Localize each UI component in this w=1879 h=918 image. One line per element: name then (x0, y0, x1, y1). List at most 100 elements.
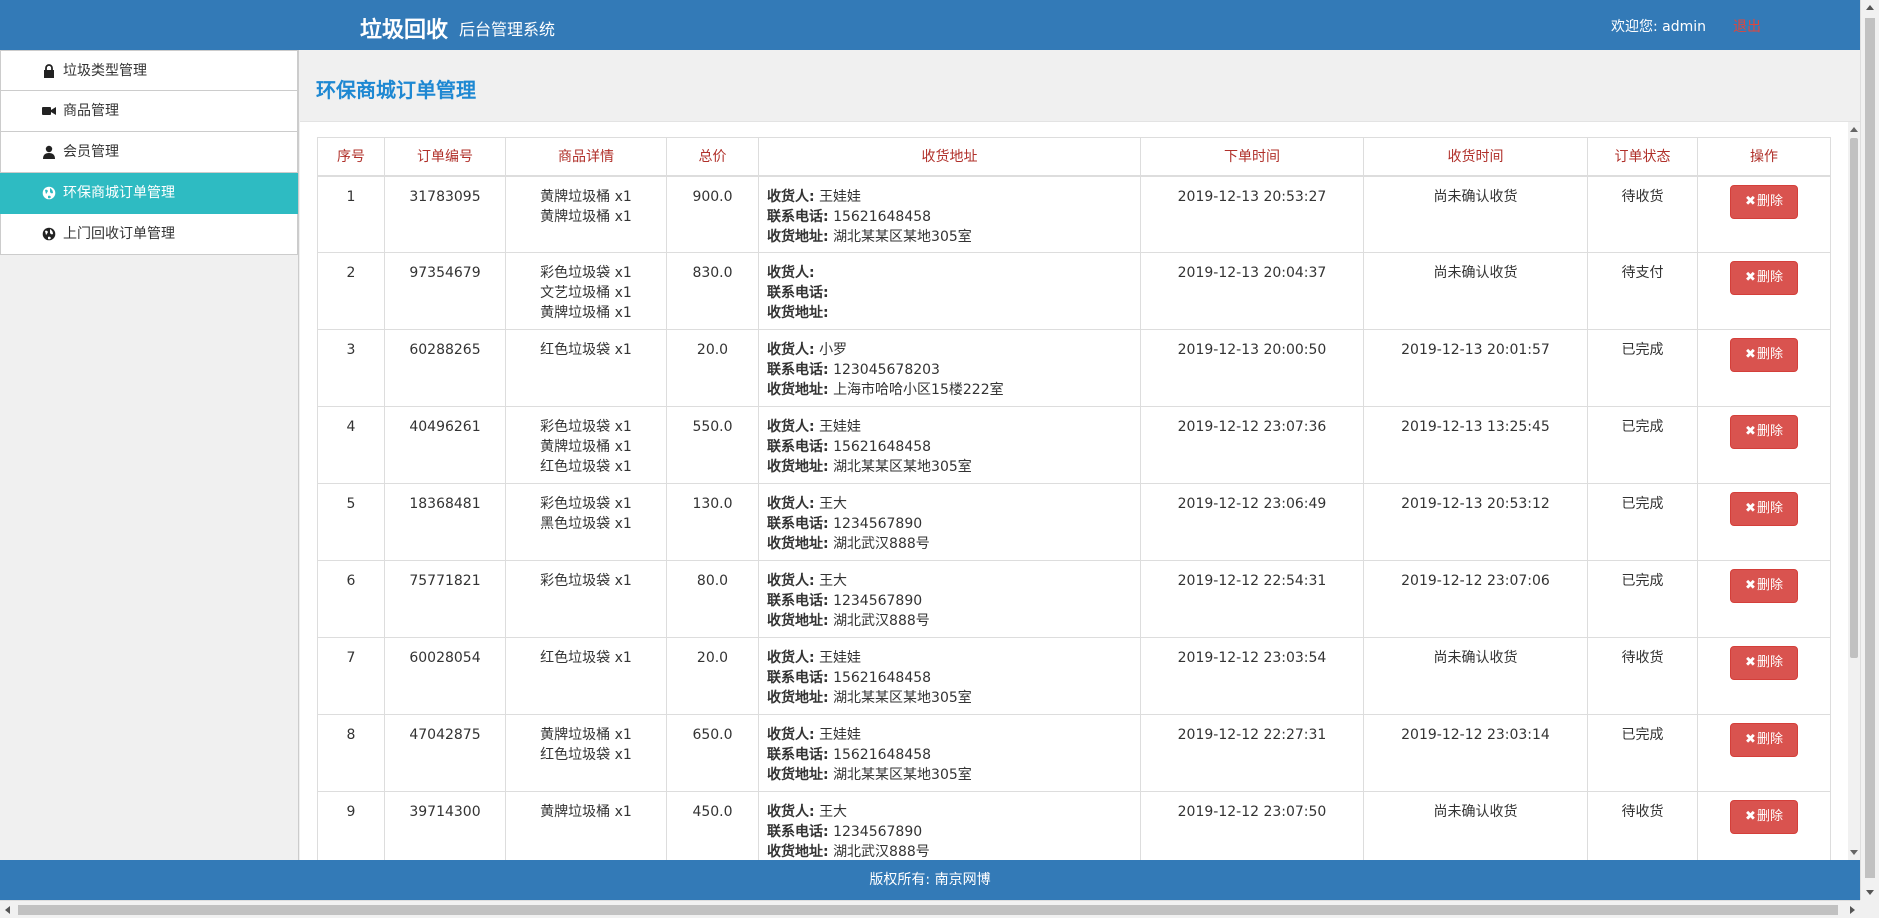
order-status: 已完成 (1587, 406, 1698, 484)
column-header: 序号 (317, 137, 385, 177)
address-line: 收货地址: 上海市哈哈小区15楼222室 (767, 380, 1140, 400)
phone-line: 联系电话: 1234567890 (767, 591, 1140, 611)
receiver-value: 王娃娃 (819, 650, 862, 666)
address-label: 收货地址: (767, 228, 829, 245)
orders-table: 序号 订单编号 商品详情 总价 收货地址 下单时间 收货时间 订单状态 操作 1… (317, 137, 1831, 860)
scroll-up-arrow-icon[interactable] (1866, 5, 1874, 10)
delete-button[interactable]: ✖删除 (1730, 492, 1798, 526)
page-title-bar: 环保商城订单管理 (300, 50, 1860, 122)
order-time: 2019-12-13 20:53:27 (1140, 175, 1364, 253)
phone-line: 联系电话: 1234567890 (767, 822, 1140, 842)
address-value: 湖北武汉888号 (833, 844, 930, 860)
receive-time: 2019-12-12 23:07:06 (1363, 560, 1588, 638)
order-index: 5 (317, 483, 385, 561)
phone-line: 联系电话: 15621648458 (767, 668, 1140, 688)
video-camera-icon (41, 103, 57, 119)
globe-icon (41, 226, 57, 242)
order-actions: ✖删除 (1697, 637, 1831, 715)
scrollbar-thumb[interactable] (18, 905, 1838, 915)
sidebar-item-members[interactable]: 会员管理 (0, 132, 298, 173)
table-row: 7 60028054 红色垃圾袋 x1 20.0 收货人: 王娃娃 联系电话: 15621… (317, 637, 1831, 715)
order-item: 红色垃圾袋 x1 (540, 747, 632, 763)
order-number: 40496261 (384, 406, 506, 484)
address-value: 湖北某某区某地305室 (833, 228, 972, 245)
close-icon: ✖ (1745, 193, 1756, 209)
order-time: 2019-12-12 23:06:49 (1140, 483, 1364, 561)
delete-button[interactable]: ✖删除 (1730, 184, 1798, 219)
scrollbar-thumb[interactable] (1865, 18, 1875, 878)
order-item: 黄牌垃圾桶 x1 (540, 305, 632, 321)
receiver-label: 收货人: (767, 342, 815, 358)
delete-button[interactable]: ✖删除 (1730, 723, 1798, 757)
close-icon: ✖ (1745, 732, 1756, 747)
sidebar-item-mall-orders[interactable]: 环保商城订单管理 (0, 173, 298, 214)
scroll-down-arrow-icon[interactable] (1850, 850, 1858, 855)
order-status: 已完成 (1587, 483, 1698, 561)
page-vertical-scrollbar[interactable] (1860, 0, 1879, 900)
order-number: 47042875 (384, 714, 506, 792)
phone-line: 联系电话: 15621648458 (767, 745, 1140, 765)
close-icon: ✖ (1745, 501, 1756, 516)
order-items: 彩色垃圾袋 x1 (505, 560, 667, 638)
receiver-value: 王大 (819, 496, 848, 512)
sidebar-item-products[interactable]: 商品管理 (0, 91, 298, 132)
column-header: 订单编号 (384, 137, 506, 177)
close-icon: ✖ (1745, 424, 1756, 439)
table-row: 4 40496261 彩色垃圾袋 x1 黄牌垃圾桶 x1 红色垃圾袋 x1 550.0 收货… (317, 406, 1831, 484)
address-label: 收货地址: (767, 613, 829, 629)
sidebar-item-garbage-types[interactable]: 垃圾类型管理 (0, 50, 298, 91)
order-item: 黄牌垃圾桶 x1 (540, 727, 632, 743)
order-status: 已完成 (1587, 329, 1698, 407)
order-item: 黄牌垃圾桶 x1 (540, 439, 632, 455)
delete-button[interactable]: ✖删除 (1730, 338, 1798, 372)
scroll-down-arrow-icon[interactable] (1866, 890, 1874, 895)
order-item: 黄牌垃圾桶 x1 (540, 804, 632, 820)
close-icon: ✖ (1745, 809, 1756, 824)
order-address: 收货人: 王娃娃 联系电话: 15621648458 收货地址: 湖北某某区某地30… (758, 175, 1141, 253)
order-address: 收货人: 联系电话: 收货地址: (758, 252, 1141, 330)
receiver-line: 收货人: (767, 263, 1140, 283)
address-label: 收货地址: (767, 305, 829, 321)
delete-label: 删除 (1756, 578, 1783, 593)
column-header: 商品详情 (505, 137, 667, 177)
sidebar-item-pickup-orders[interactable]: 上门回收订单管理 (0, 214, 298, 255)
order-items: 红色垃圾袋 x1 (505, 637, 667, 715)
phone-value: 15621648458 (833, 208, 932, 225)
address-label: 收货地址: (767, 767, 829, 783)
delete-button[interactable]: ✖删除 (1730, 800, 1798, 834)
order-time: 2019-12-12 22:27:31 (1140, 714, 1364, 792)
table-row: 1 31783095 黄牌垃圾桶 x1 黄牌垃圾桶 x1 900.0 收货人: 王娃娃 联系… (317, 175, 1831, 253)
address-label: 收货地址: (767, 536, 829, 552)
orders-table-container[interactable]: 序号 订单编号 商品详情 总价 收货地址 下单时间 收货时间 订单状态 操作 1… (300, 122, 1848, 860)
table-scrollbar[interactable] (1848, 122, 1860, 860)
scroll-right-arrow-icon[interactable] (1850, 906, 1855, 914)
address-label: 收货地址: (767, 459, 829, 475)
address-label: 收货地址: (767, 382, 829, 398)
order-status: 待收货 (1587, 175, 1698, 253)
receiver-label: 收货人: (767, 496, 815, 512)
address-label: 收货地址: (767, 690, 829, 706)
scroll-up-arrow-icon[interactable] (1850, 127, 1858, 132)
order-number: 60028054 (384, 637, 506, 715)
delete-button[interactable]: ✖删除 (1730, 261, 1798, 295)
phone-label: 联系电话: (767, 516, 829, 532)
order-items: 彩色垃圾袋 x1 黑色垃圾袋 x1 (505, 483, 667, 561)
address-line: 收货地址: (767, 303, 1140, 323)
table-row: 9 39714300 黄牌垃圾桶 x1 450.0 收货人: 王大 联系电话: 12345… (317, 791, 1831, 860)
order-items: 红色垃圾袋 x1 (505, 329, 667, 407)
scrollbar-thumb[interactable] (1850, 138, 1858, 658)
logout-link[interactable]: 退出 (1733, 16, 1761, 36)
close-icon: ✖ (1745, 347, 1756, 362)
sidebar-item-label: 会员管理 (63, 144, 119, 160)
delete-button[interactable]: ✖删除 (1730, 569, 1798, 603)
order-index: 1 (317, 175, 385, 253)
scroll-left-arrow-icon[interactable] (5, 906, 10, 914)
receive-time: 尚未确认收货 (1363, 252, 1588, 330)
delete-button[interactable]: ✖删除 (1730, 415, 1798, 449)
page-horizontal-scrollbar[interactable] (0, 900, 1860, 918)
sidebar: 垃圾类型管理 商品管理 会员管理 环保商城订单管理 上门回收订单管理 (0, 50, 299, 860)
brand-subtitle: 后台管理系统 (459, 20, 556, 39)
phone-label: 联系电话: (767, 824, 829, 840)
receive-time: 尚未确认收货 (1363, 791, 1588, 860)
delete-button[interactable]: ✖删除 (1730, 646, 1798, 680)
